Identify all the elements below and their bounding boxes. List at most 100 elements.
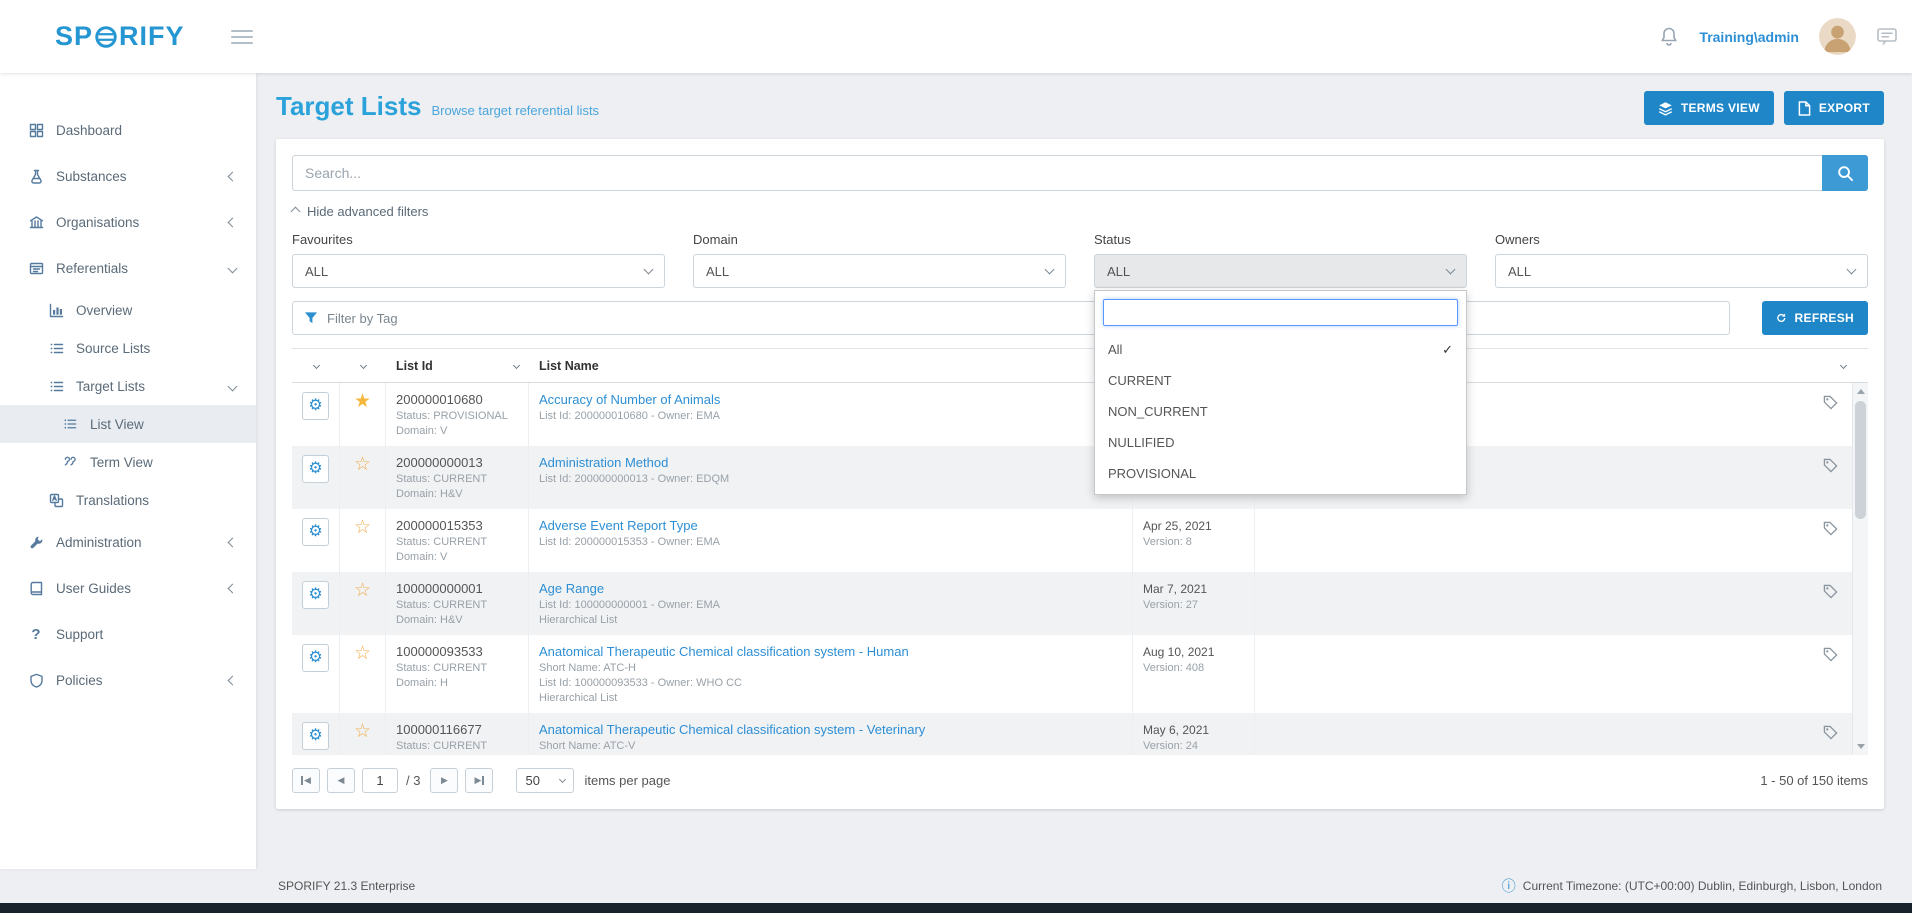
sidebar-item-organisations[interactable]: Organisations: [0, 199, 256, 245]
favourite-star-icon[interactable]: ☆: [354, 581, 371, 600]
tag-icon[interactable]: [1823, 584, 1838, 602]
favourite-star-icon[interactable]: ★: [354, 392, 371, 411]
column-header-list-id[interactable]: List Id: [386, 349, 529, 382]
chevron-down-icon: [228, 263, 238, 273]
status-label: Status: [1094, 232, 1467, 247]
scrollbar-thumb[interactable]: [1855, 401, 1866, 519]
list-name-link[interactable]: Anatomical Therapeutic Chemical classifi…: [539, 645, 1122, 659]
status-dropdown-search-input[interactable]: [1103, 299, 1458, 326]
sidebar-item-term-view[interactable]: Term View: [0, 443, 256, 481]
tag-icon[interactable]: [1823, 725, 1838, 743]
status-option-provisional[interactable]: PROVISIONAL: [1095, 458, 1466, 489]
refresh-icon: [1776, 311, 1787, 325]
search-button[interactable]: [1822, 155, 1868, 191]
bell-icon[interactable]: [1659, 26, 1679, 47]
filter-group-owners: Owners ALL: [1495, 232, 1868, 288]
row-settings-button[interactable]: ⚙: [302, 518, 329, 546]
search-icon: [1837, 165, 1854, 182]
domain-label: Domain: [693, 232, 1066, 247]
owners-select[interactable]: ALL: [1495, 254, 1868, 288]
list-version: Version: 24: [1143, 740, 1244, 752]
list-version: Version: 8: [1143, 536, 1244, 548]
filter-by-tag-input[interactable]: Filter by Tag: [292, 301, 1730, 335]
status-option-nullified[interactable]: NULLIFIED: [1095, 427, 1466, 458]
tag-icon[interactable]: [1823, 647, 1838, 665]
sidebar-item-user-guides[interactable]: User Guides: [0, 565, 256, 611]
sidebar-item-administration[interactable]: Administration: [0, 519, 256, 565]
tag-icon[interactable]: [1823, 395, 1838, 413]
next-page-button[interactable]: ▶: [430, 768, 458, 793]
list-name-link[interactable]: Adverse Event Report Type: [539, 519, 1122, 533]
chat-icon[interactable]: [1876, 26, 1898, 47]
tag-icon[interactable]: [1823, 521, 1838, 539]
list-version: Version: 27: [1143, 599, 1244, 611]
sidebar-item-dashboard[interactable]: Dashboard: [0, 107, 256, 153]
row-settings-button[interactable]: ⚙: [302, 392, 329, 420]
export-button[interactable]: EXPORT: [1784, 91, 1884, 125]
row-settings-button[interactable]: ⚙: [302, 455, 329, 483]
table-row: ⚙ ☆ 200000015353 Status: CURRENT Domain:…: [292, 509, 1852, 572]
advanced-filters-toggle[interactable]: Hide advanced filters: [292, 204, 428, 219]
column-header-favourite[interactable]: [340, 349, 386, 382]
bar-chart-icon: [48, 302, 64, 318]
status-select[interactable]: ALL: [1094, 254, 1467, 288]
avatar[interactable]: [1819, 18, 1856, 55]
last-page-button[interactable]: ▶: [465, 768, 493, 793]
favourite-star-icon[interactable]: ☆: [354, 722, 371, 741]
scroll-up-arrow[interactable]: [1857, 389, 1865, 394]
row-settings-button[interactable]: ⚙: [302, 722, 329, 750]
favourite-star-icon[interactable]: ☆: [354, 644, 371, 663]
status-option-current[interactable]: CURRENT: [1095, 365, 1466, 396]
list-domain: Domain: H&V: [396, 614, 518, 626]
scroll-down-arrow[interactable]: [1857, 744, 1865, 749]
items-per-page-label: items per page: [584, 773, 670, 788]
list-name-link[interactable]: Age Range: [539, 582, 1122, 596]
flask-icon: [28, 168, 44, 184]
sidebar-item-referentials[interactable]: Referentials: [0, 245, 256, 291]
status-option-all[interactable]: All ✓: [1095, 334, 1466, 365]
chevron-down-icon: [644, 265, 654, 275]
list-status: Status: CURRENT: [396, 662, 518, 674]
list-name-link[interactable]: Anatomical Therapeutic Chemical classifi…: [539, 723, 1122, 737]
favourite-star-icon[interactable]: ☆: [354, 518, 371, 537]
row-settings-button[interactable]: ⚙: [302, 581, 329, 609]
refresh-button[interactable]: REFRESH: [1762, 301, 1868, 335]
menu-toggle-icon[interactable]: [225, 24, 259, 50]
status-option-non-current[interactable]: NON_CURRENT: [1095, 396, 1466, 427]
domain-select[interactable]: ALL: [693, 254, 1066, 288]
search-input[interactable]: [292, 155, 1822, 191]
list-domain: Domain: V: [396, 551, 518, 563]
table-body: ⚙ ★ 200000010680 Status: PROVISIONAL Dom…: [292, 383, 1868, 755]
chevron-down-icon: [1446, 265, 1456, 275]
previous-page-button[interactable]: ◀: [327, 768, 355, 793]
page-number-input[interactable]: [362, 768, 398, 793]
sidebar-item-target-lists[interactable]: Target Lists: [0, 367, 256, 405]
favourite-star-icon[interactable]: ☆: [354, 455, 371, 474]
list-meta: List Id: 200000000013 - Owner: EDQM: [539, 473, 1122, 485]
sporify-logo[interactable]: SP RIFY: [55, 21, 185, 52]
chevron-left-icon: [228, 217, 238, 227]
sidebar-item-overview[interactable]: Overview: [0, 291, 256, 329]
sidebar-item-translations[interactable]: Translations: [0, 481, 256, 519]
sidebar-item-policies[interactable]: Policies: [0, 657, 256, 703]
list-name-link[interactable]: Accuracy of Number of Animals: [539, 393, 1122, 407]
terms-view-button[interactable]: TERMS VIEW: [1644, 91, 1774, 125]
list-name-link[interactable]: Administration Method: [539, 456, 1122, 470]
sidebar-item-support[interactable]: ? Support: [0, 611, 256, 657]
list-hierarchical: Hierarchical List: [539, 614, 1122, 626]
user-menu[interactable]: Training\admin: [1699, 29, 1799, 45]
sidebar-item-source-lists[interactable]: Source Lists: [0, 329, 256, 367]
list-status: Status: CURRENT: [396, 599, 518, 611]
first-page-button[interactable]: ◀: [292, 768, 320, 793]
sidebar-item-list-view[interactable]: List View: [0, 405, 256, 443]
column-header-list-name[interactable]: List Name: [529, 349, 1133, 382]
favourites-select[interactable]: ALL: [292, 254, 665, 288]
filter-group-favourites: Favourites ALL: [292, 232, 665, 288]
column-header-settings[interactable]: [292, 349, 340, 382]
page-size-select[interactable]: 50: [516, 768, 574, 793]
sidebar: Dashboard Substances Organisations Refer…: [0, 73, 256, 869]
row-settings-button[interactable]: ⚙: [302, 644, 329, 672]
owners-label: Owners: [1495, 232, 1868, 247]
sidebar-item-substances[interactable]: Substances: [0, 153, 256, 199]
tag-icon[interactable]: [1823, 458, 1838, 476]
